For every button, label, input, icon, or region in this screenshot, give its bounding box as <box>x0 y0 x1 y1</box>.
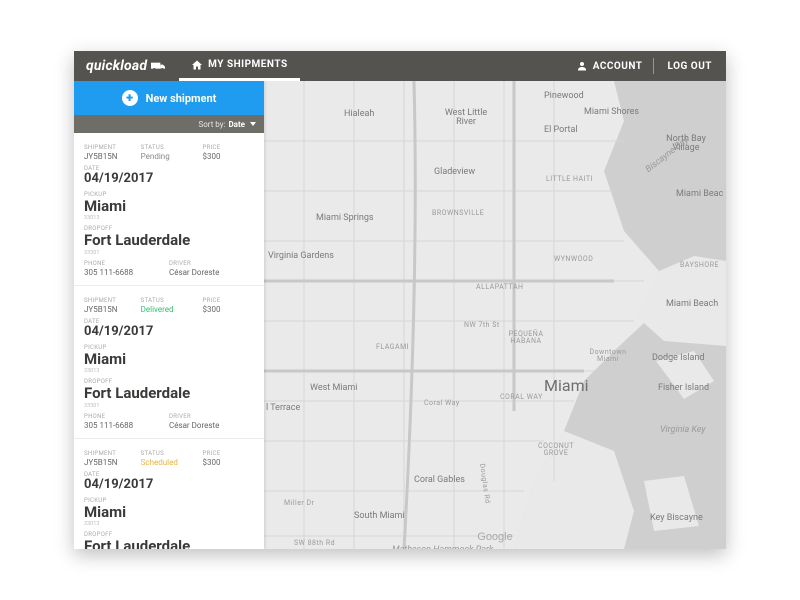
topbar: quickload MY SHIPMENTS ACCOUNT LOG OUT <box>74 51 726 81</box>
app-body: + New shipment Sort by: Date SHIPMENTJY5… <box>74 81 726 549</box>
map-canvas <box>264 81 726 549</box>
nav-logout[interactable]: LOG OUT <box>654 61 726 72</box>
nav-account[interactable]: ACCOUNT <box>566 51 653 81</box>
map-view[interactable]: HialeahWest Little RiverPinewoodMiami Sh… <box>264 81 726 549</box>
shipment-list[interactable]: SHIPMENTJY5B15NSTATUSPendingPRICE$300DAT… <box>74 133 264 549</box>
sort-value: Date <box>228 120 245 129</box>
new-shipment-label: New shipment <box>146 92 217 105</box>
sort-prefix: Sort by: <box>198 120 225 129</box>
map-attribution: Google <box>477 531 512 543</box>
truck-icon <box>151 61 167 71</box>
sidebar: + New shipment Sort by: Date SHIPMENTJY5… <box>74 81 264 549</box>
nav-my-shipments[interactable]: MY SHIPMENTS <box>179 51 299 81</box>
nav-logout-label: LOG OUT <box>668 61 712 72</box>
new-shipment-button[interactable]: + New shipment <box>74 81 264 115</box>
shipment-card[interactable]: SHIPMENTJY5B15NSTATUSScheduledPRICE$300D… <box>74 439 264 549</box>
nav-label: MY SHIPMENTS <box>208 59 287 70</box>
user-icon <box>576 60 588 72</box>
plus-icon: + <box>122 90 138 106</box>
brand-text: quickload <box>86 58 147 74</box>
nav-account-label: ACCOUNT <box>593 61 643 72</box>
app-frame: quickload MY SHIPMENTS ACCOUNT LOG OUT +… <box>74 51 726 549</box>
shipment-card[interactable]: SHIPMENTJY5B15NSTATUSPendingPRICE$300DAT… <box>74 133 264 286</box>
chevron-down-icon <box>250 122 256 126</box>
home-icon <box>191 59 203 71</box>
sort-bar[interactable]: Sort by: Date <box>74 115 264 133</box>
brand-logo[interactable]: quickload <box>74 58 179 74</box>
shipment-card[interactable]: SHIPMENTJY5B15NSTATUSDeliveredPRICE$300D… <box>74 286 264 439</box>
